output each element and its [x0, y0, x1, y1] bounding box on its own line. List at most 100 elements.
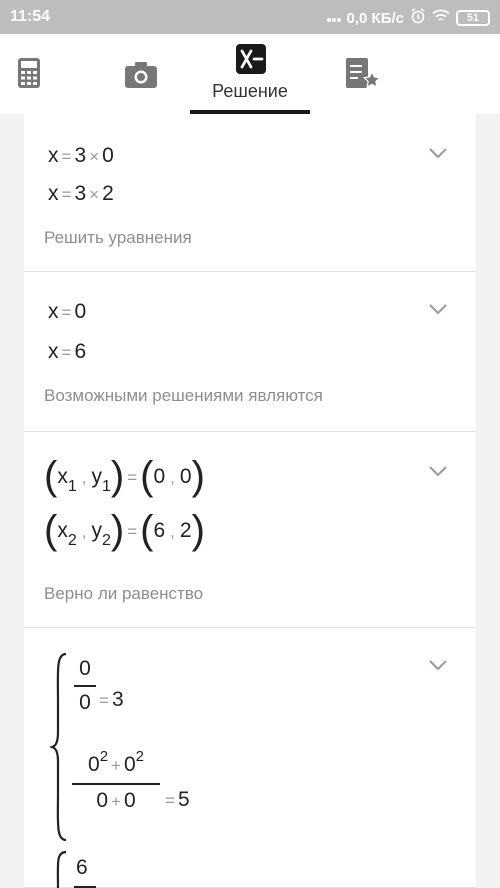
number: 2	[179, 519, 192, 542]
equals-sign: =	[99, 691, 109, 710]
step-card-2[interactable]: x = 0 x = 6 Возможными решениями являются	[24, 272, 476, 432]
number: 5	[177, 788, 190, 811]
chevron-down-icon[interactable]	[428, 464, 448, 478]
variable: x	[48, 182, 59, 205]
status-bar: 11:54 0,0 КБ/с 51	[0, 0, 500, 34]
equation-line: x = 6	[48, 340, 86, 364]
subscript: 2	[67, 532, 77, 549]
comma: ,	[170, 468, 175, 487]
numerator: 0	[79, 657, 91, 680]
left-paren: (	[44, 454, 58, 498]
pair-equation: (x1, y1) =(0, 0)	[44, 454, 205, 499]
camera-icon	[125, 62, 157, 88]
right-paren: )	[191, 454, 205, 498]
comma: ,	[170, 522, 175, 541]
numerator: 02 +02	[88, 748, 144, 780]
tab-solution[interactable]: Решение	[190, 34, 310, 114]
number: 6	[74, 340, 87, 363]
exponent: 2	[99, 748, 109, 765]
system-brace	[50, 652, 67, 842]
variable: x	[57, 519, 68, 542]
variable: x	[48, 340, 59, 363]
denominator: 0	[79, 691, 91, 714]
right-paren: )	[110, 454, 125, 498]
variable: x	[48, 144, 59, 167]
solution-icon	[236, 44, 266, 74]
step-card-3[interactable]: (x1, y1) =(0, 0) (x2, y2) =(6, 2) Верно ли рав…	[24, 432, 476, 628]
fraction-bar	[72, 783, 160, 785]
pair-equation: (x2, y2) =(6, 2)	[44, 508, 205, 553]
equals-sign: =	[61, 147, 72, 166]
number: 6	[153, 519, 166, 542]
chevron-down-icon[interactable]	[428, 302, 448, 316]
subscript: 1	[101, 478, 111, 495]
comma: ,	[81, 522, 87, 541]
variable: x	[48, 300, 59, 323]
solution-steps: x = 3 × 0 x = 3 × 2 Решить уравнения x = 0 x = 6 Воз…	[0, 114, 500, 888]
step-caption: Возможными решениями являются	[44, 386, 323, 405]
network-speed: 0,0 КБ/с	[346, 9, 404, 27]
equation-line: x = 3 × 0	[48, 144, 114, 168]
numerator: 6	[76, 856, 88, 879]
number: 0	[88, 753, 100, 776]
equals-sign: =	[127, 468, 138, 487]
number: 0	[123, 789, 136, 812]
status-indicators: 0,0 КБ/с 51	[326, 8, 490, 28]
equals-sign: =	[61, 185, 72, 204]
system-brace	[56, 850, 67, 888]
number: 0	[179, 465, 192, 488]
number: 0	[153, 465, 166, 488]
fraction: 0 0	[74, 656, 96, 716]
times-sign: ×	[89, 185, 100, 204]
step-card-1[interactable]: x = 3 × 0 x = 3 × 2 Решить уравнения	[24, 114, 476, 272]
left-paren: (	[140, 454, 154, 498]
number: 3	[74, 144, 87, 167]
step-card-4[interactable]: 0 0 = 3 02 +02 0 +0 = 5 6	[24, 628, 476, 888]
tab-saved[interactable]	[332, 34, 392, 114]
wifi-icon	[432, 9, 450, 27]
fraction-bar	[74, 685, 96, 687]
left-paren: (	[44, 508, 58, 552]
battery-level: 51	[466, 11, 480, 24]
right-paren: )	[191, 508, 205, 552]
equation-rhs: = 3	[96, 688, 124, 712]
chevron-down-icon[interactable]	[428, 658, 448, 672]
notebook-star-icon	[346, 58, 380, 88]
subscript: 2	[101, 532, 111, 549]
plus-sign: +	[111, 756, 121, 775]
variable: x	[57, 465, 68, 488]
right-paren: )	[110, 508, 125, 552]
tab-camera[interactable]	[112, 34, 170, 114]
plus-sign: +	[111, 792, 121, 811]
subscript: 1	[67, 478, 77, 495]
number: 3	[111, 688, 124, 711]
variable: y	[91, 465, 102, 488]
tab-solution-label: Решение	[212, 81, 288, 101]
battery-icon: 51	[456, 10, 490, 26]
number: 0	[74, 300, 87, 323]
equation-line: x = 0	[48, 300, 86, 324]
dots-icon	[326, 10, 341, 27]
variable: y	[91, 519, 102, 542]
comma: ,	[81, 468, 87, 487]
number: 2	[102, 182, 114, 205]
equals-sign: =	[127, 522, 138, 541]
number: 0	[96, 789, 109, 812]
alarm-icon	[410, 8, 426, 28]
step-caption: Решить уравнения	[44, 228, 192, 247]
step-caption: Верно ли равенство	[44, 584, 204, 603]
exponent: 2	[135, 748, 144, 765]
left-paren: (	[140, 508, 154, 552]
times-sign: ×	[89, 147, 100, 166]
denominator: 0 +0	[96, 788, 135, 815]
equals-sign: =	[61, 303, 72, 322]
status-time: 11:54	[10, 8, 51, 25]
fraction: 02 +02 0 +0	[72, 748, 160, 815]
equals-sign: =	[61, 343, 72, 362]
tab-calculator[interactable]	[0, 34, 58, 114]
equation-line: x = 3 × 2	[48, 182, 114, 206]
tab-bar: Решение	[0, 34, 500, 114]
calculator-icon	[18, 58, 40, 88]
equals-sign: =	[165, 791, 175, 810]
chevron-down-icon[interactable]	[428, 146, 448, 160]
